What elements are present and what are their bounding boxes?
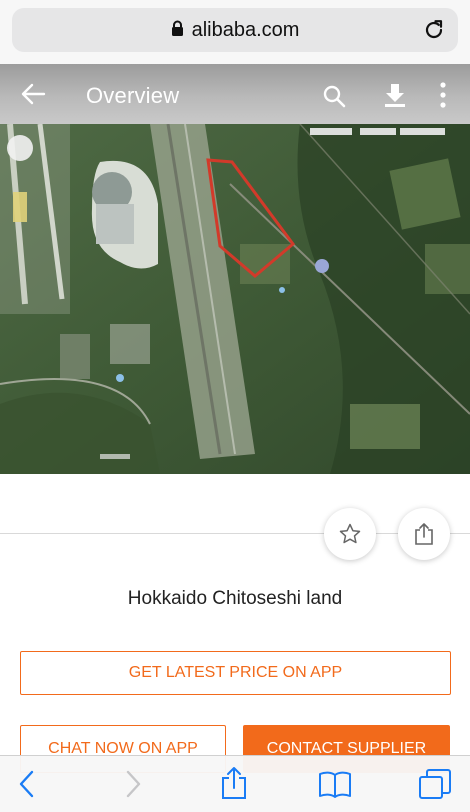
app-header: Overview [0,64,470,124]
url-display[interactable]: alibaba.com [12,19,458,42]
product-title: Hokkaido Chitoseshi land [127,588,343,609]
star-icon [339,523,361,544]
get-latest-price-button[interactable]: GET LATEST PRICE ON APP [20,651,451,695]
reload-icon[interactable] [422,18,446,42]
back-chevron-icon[interactable] [18,770,36,798]
lock-icon [171,20,183,36]
address-bar[interactable]: alibaba.com [12,8,458,52]
more-vertical-icon[interactable] [438,82,448,108]
download-icon[interactable] [383,82,407,108]
back-arrow-icon[interactable] [20,82,46,106]
satellite-map-image[interactable] [0,124,470,474]
tabs-icon[interactable] [418,768,452,800]
favorite-button[interactable] [324,508,376,560]
forward-chevron-icon[interactable] [124,770,142,798]
search-icon[interactable] [322,84,346,108]
share-icon [415,523,433,545]
share-icon[interactable] [220,766,248,800]
browser-url-area: alibaba.com [0,0,470,64]
page: alibaba.com Overview Hokkaido Chitoseshi… [0,0,470,812]
browser-toolbar [0,755,470,812]
share-button[interactable] [398,508,450,560]
url-text: alibaba.com [191,19,300,41]
page-title: Overview [86,83,180,108]
bookmarks-icon[interactable] [318,770,352,798]
